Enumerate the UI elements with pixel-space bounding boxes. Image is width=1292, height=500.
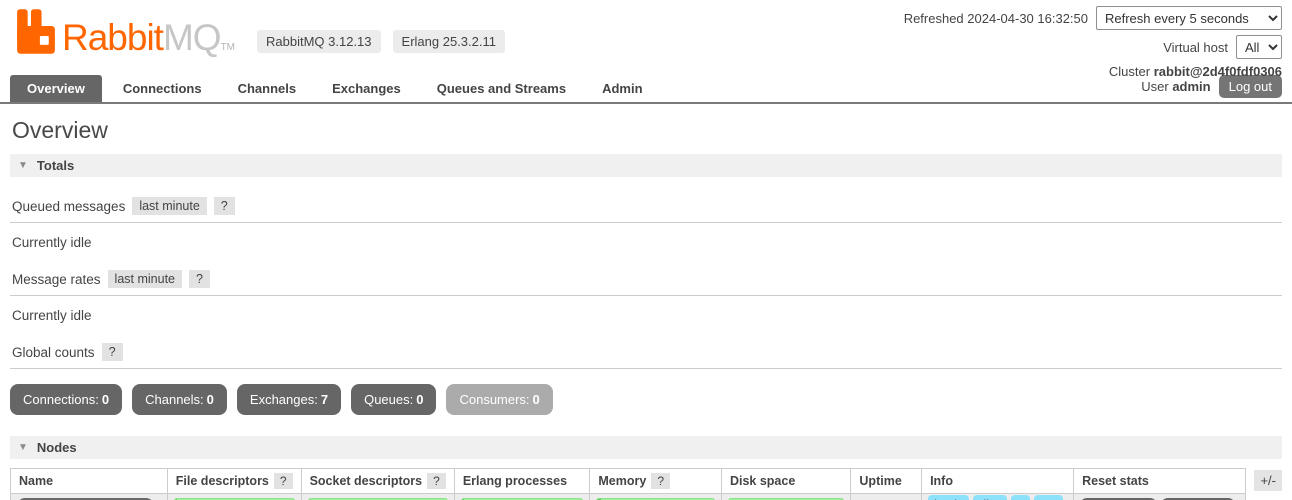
- fd-help-icon[interactable]: ?: [273, 473, 293, 489]
- channels-count-button[interactable]: Channels: 0: [132, 384, 227, 415]
- message-rates-heading: Message rates last minute ?: [10, 270, 1282, 296]
- tab-overview[interactable]: Overview: [10, 75, 102, 102]
- rates-help-icon[interactable]: ?: [189, 270, 210, 288]
- message-rates-label: Message rates: [12, 271, 101, 287]
- queued-messages-heading: Queued messages last minute ?: [10, 197, 1282, 223]
- brand-tm: TM: [220, 41, 236, 53]
- memory-help-icon[interactable]: ?: [651, 473, 670, 489]
- rabbitmq-logo-link[interactable]: RabbitMQTM: [16, 8, 236, 58]
- consumers-count-button: Consumers: 0: [446, 384, 553, 415]
- erlang-version-badge: Erlang 25.3.2.11: [392, 30, 505, 53]
- node-row: rabbit@2d4f0fdf0306 37 1073741816 availa…: [10, 493, 1247, 500]
- rabbitmq-version-badge: RabbitMQ 3.12.13: [257, 30, 381, 53]
- rates-range-badge[interactable]: last minute: [107, 270, 182, 288]
- collapse-triangle-icon: ▼: [18, 442, 28, 453]
- rates-idle-status: Currently idle: [12, 308, 92, 323]
- refresh-interval-select[interactable]: Refresh every 5 seconds: [1096, 6, 1282, 30]
- collapse-triangle-icon: ▼: [18, 160, 28, 171]
- global-counts-heading: Global counts ?: [10, 343, 1282, 369]
- brand-wordmark: RabbitMQTM: [62, 16, 236, 58]
- sd-help-icon[interactable]: ?: [427, 473, 446, 489]
- brand-rabbit: Rabbit: [62, 16, 164, 58]
- queued-help-icon[interactable]: ?: [213, 197, 235, 215]
- col-disk-space: Disk space: [729, 474, 796, 488]
- cluster-name: rabbit@2d4f0fdf0306: [1153, 64, 1282, 79]
- cluster-label: Cluster: [1108, 64, 1151, 79]
- node-info-cell: basicdisc2rss: [921, 493, 1075, 500]
- exchanges-count-button[interactable]: Exchanges: 7: [236, 384, 342, 415]
- brand-mq: MQ: [162, 16, 222, 58]
- connections-count-button[interactable]: Connections: 0: [10, 384, 123, 415]
- col-file-descriptors: File descriptors: [175, 474, 269, 488]
- info-badge-basic: basic: [928, 495, 970, 500]
- main-content: Overview ▼ Totals Queued messages last m…: [0, 117, 1292, 500]
- nodes-section-header[interactable]: ▼ Nodes: [10, 436, 1282, 459]
- node-uptime: 0m 53s: [850, 493, 923, 500]
- info-badge-rss: rss: [1034, 495, 1064, 500]
- nodes-section-title: Nodes: [36, 440, 77, 455]
- virtual-host-select[interactable]: All: [1236, 35, 1282, 59]
- top-bar: RabbitMQTM RabbitMQ 3.12.13 Erlang 25.3.…: [0, 0, 1292, 79]
- col-uptime: Uptime: [859, 474, 902, 488]
- nav-tab-bar: Overview Connections Channels Exchanges …: [0, 75, 1292, 104]
- col-socket-descriptors: Socket descriptors: [309, 474, 423, 488]
- queued-messages-label: Queued messages: [12, 198, 126, 214]
- queued-idle-status: Currently idle: [12, 235, 92, 250]
- user-label: User: [1141, 79, 1169, 94]
- global-counts-help-icon[interactable]: ?: [101, 343, 123, 361]
- page-title: Overview: [12, 117, 108, 143]
- user-name: admin: [1172, 79, 1211, 94]
- queues-count-button[interactable]: Queues: 0: [351, 384, 437, 415]
- queued-range-badge[interactable]: last minute: [132, 197, 207, 215]
- totals-section-title: Totals: [36, 158, 75, 173]
- tab-connections[interactable]: Connections: [123, 75, 202, 102]
- tab-channels[interactable]: Channels: [238, 75, 297, 102]
- tab-admin[interactable]: Admin: [602, 75, 642, 102]
- col-info: Info: [930, 474, 953, 488]
- rabbitmq-logo-icon: [17, 9, 55, 54]
- nodes-table: Name File descriptors? Socket descriptor…: [10, 468, 1247, 500]
- global-counts-row: Connections: 0 Channels: 0 Exchanges: 7 Que…: [10, 384, 1282, 415]
- totals-section-header[interactable]: ▼ Totals: [10, 154, 1282, 177]
- info-badge-disc: disc: [973, 495, 1008, 500]
- nodes-table-header-row: Name File descriptors? Socket descriptor…: [10, 468, 1247, 494]
- tab-exchanges[interactable]: Exchanges: [332, 75, 401, 102]
- col-reset-stats: Reset stats: [1082, 474, 1149, 488]
- refreshed-timestamp: Refreshed 2024-04-30 16:32:50: [903, 10, 1088, 26]
- virtual-host-label: Virtual host: [1163, 39, 1228, 55]
- info-badge-plugins: 2: [1011, 495, 1031, 500]
- col-erlang-processes: Erlang processes: [462, 474, 568, 488]
- column-toggle-button[interactable]: +/-: [1254, 470, 1282, 491]
- col-name: Name: [19, 474, 54, 488]
- global-counts-label: Global counts: [12, 344, 95, 360]
- tab-queues-and-streams[interactable]: Queues and Streams: [437, 75, 566, 102]
- col-memory: Memory: [598, 474, 647, 488]
